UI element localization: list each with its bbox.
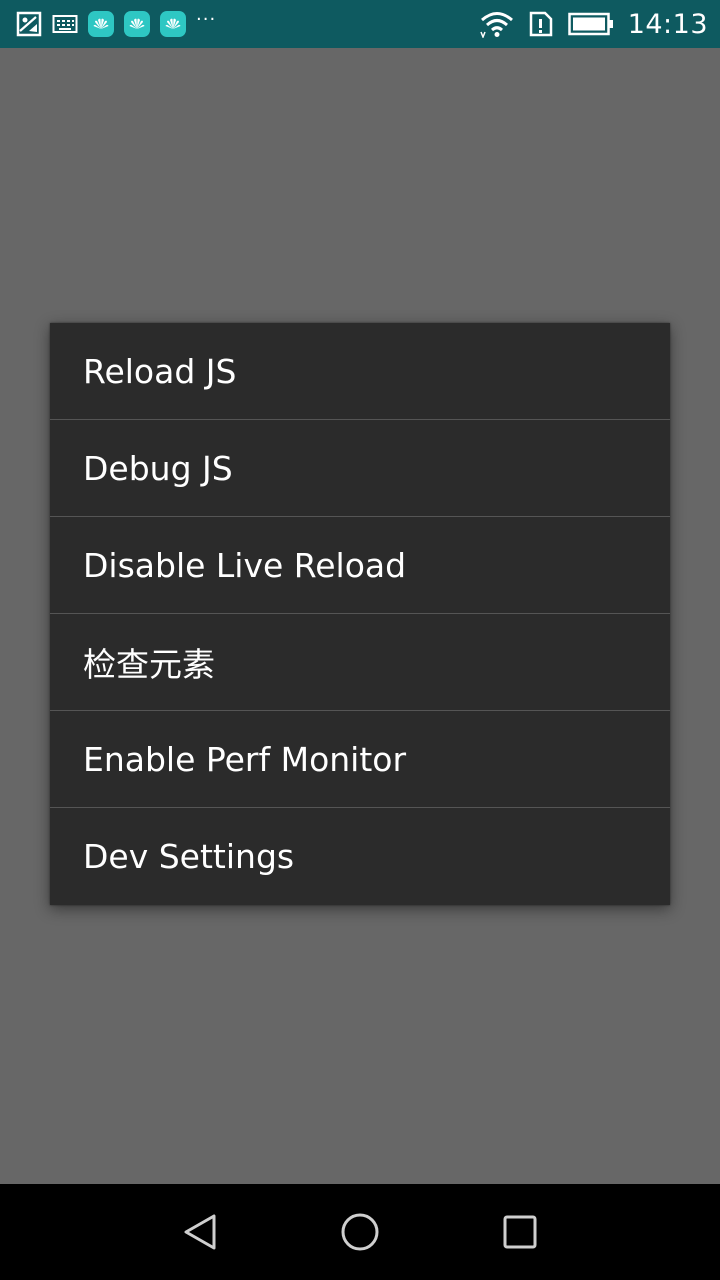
more-notifications-indicator: ··· [196, 9, 217, 30]
huawei-app-icon [88, 11, 114, 37]
system-status-icons: 14:13 [479, 8, 708, 40]
menu-item-inspect-element[interactable]: 检查元素 [50, 614, 670, 711]
huawei-app-icon [160, 11, 186, 37]
menu-item-dev-settings[interactable]: Dev Settings [50, 808, 670, 905]
menu-item-reload-js[interactable]: Reload JS [50, 323, 670, 420]
home-icon[interactable] [338, 1210, 382, 1254]
status-bar: ··· 14:13 [0, 0, 720, 48]
wifi-icon [479, 10, 514, 38]
menu-item-disable-live-reload[interactable]: Disable Live Reload [50, 517, 670, 614]
back-icon[interactable] [178, 1210, 222, 1254]
clock: 14:13 [627, 8, 708, 40]
dev-menu-dialog: Reload JS Debug JS Disable Live Reload 检… [50, 323, 670, 905]
battery-icon [567, 12, 614, 36]
notification-icons: ··· [16, 10, 216, 38]
menu-item-enable-perf-monitor[interactable]: Enable Perf Monitor [50, 711, 670, 808]
gallery-icon [16, 11, 42, 37]
huawei-app-icon [124, 11, 150, 37]
navigation-bar [0, 1184, 720, 1280]
sim-alert-icon [528, 11, 554, 37]
recents-icon[interactable] [498, 1210, 542, 1254]
menu-item-debug-js[interactable]: Debug JS [50, 420, 670, 517]
keyboard-icon [52, 13, 78, 35]
